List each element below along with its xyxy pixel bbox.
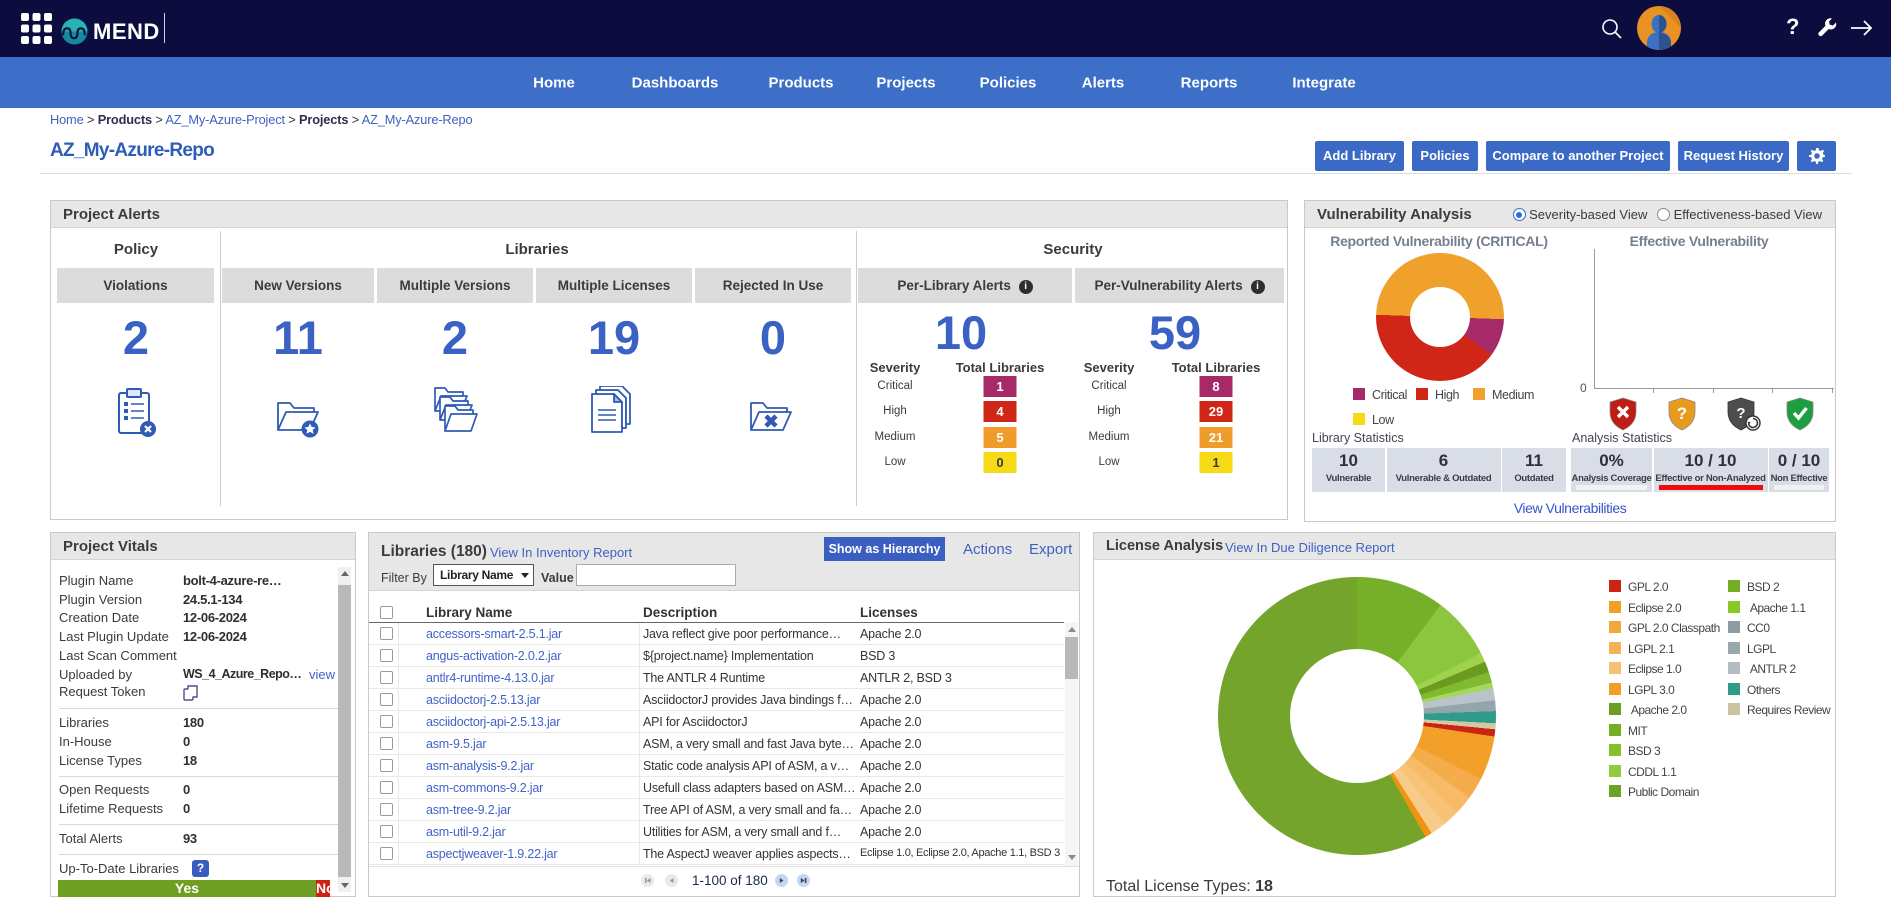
svg-text:?: ? [1677,404,1687,423]
svg-text:?: ? [1736,405,1745,422]
